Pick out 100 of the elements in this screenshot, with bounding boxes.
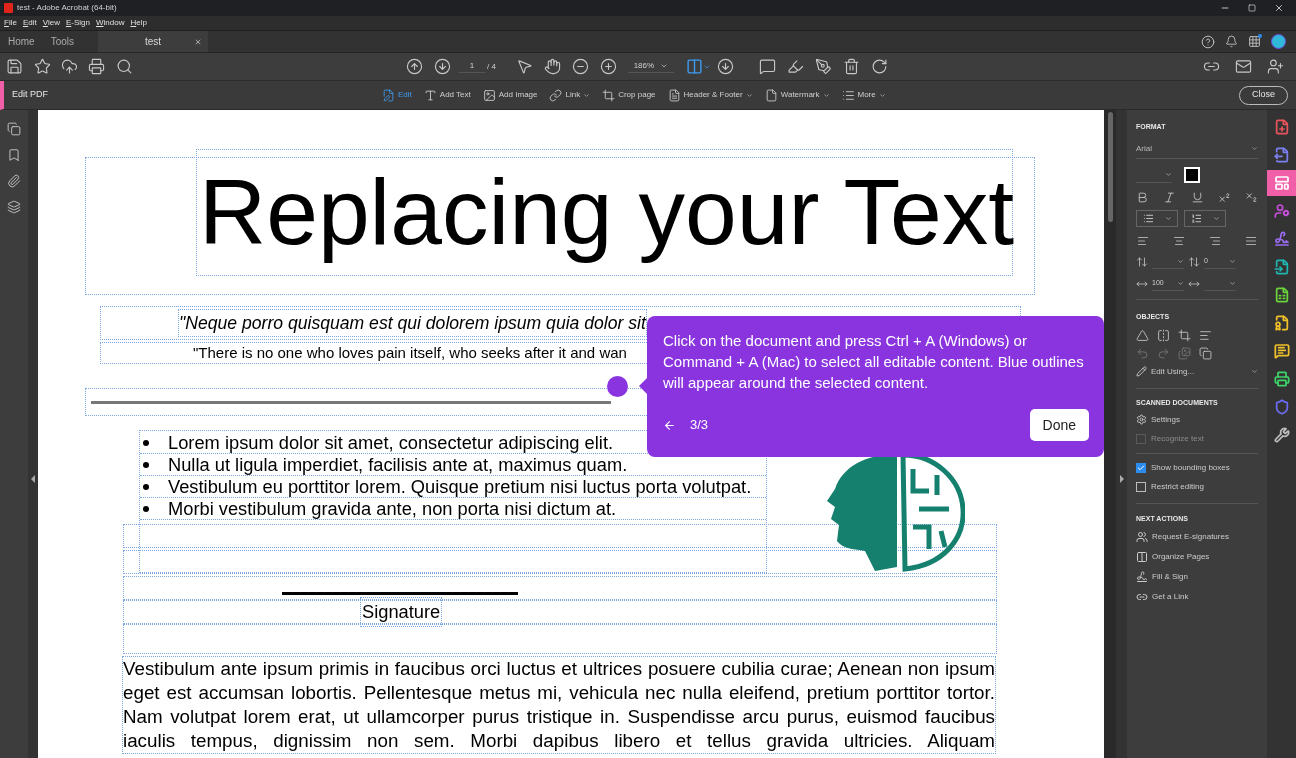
color-swatch[interactable] — [1184, 166, 1200, 183]
quote-text: "Neque porro quisquam est qui dolorem ipsum quia dolor sit — [178, 308, 647, 338]
edit-using-dropdown[interactable]: Edit Using... — [1136, 365, 1258, 378]
align-left-icon — [1137, 234, 1149, 247]
attachment-icon — [7, 174, 21, 188]
edit-tool-button[interactable]: Edit — [382, 88, 412, 102]
draw-icon — [815, 58, 833, 75]
avatar[interactable] — [1271, 34, 1286, 49]
list-icon — [841, 88, 855, 102]
edit-tool-button[interactable]: Add Image — [482, 88, 538, 102]
scroll-mode-icon — [717, 58, 735, 75]
arrange-icon — [1199, 328, 1212, 342]
checkbox[interactable] — [1136, 481, 1146, 492]
numbered-list-dropdown[interactable] — [1184, 209, 1226, 227]
page-number-field[interactable]: 1 — [459, 60, 485, 73]
menu-item[interactable]: Edit — [22, 17, 37, 29]
apps-icon — [1248, 35, 1261, 48]
people-icon — [1136, 530, 1148, 543]
next-action-link[interactable]: Fill & Sign — [1136, 570, 1258, 583]
numbered-list-icon — [1190, 212, 1202, 224]
text-icon — [423, 88, 437, 102]
next-page-icon — [433, 58, 451, 75]
paragraph-spacing-icon — [1188, 255, 1200, 268]
fit-page-button[interactable] — [685, 58, 711, 75]
edit-tool-button[interactable]: Add Text — [423, 88, 471, 102]
previous-page-icon — [405, 58, 423, 75]
body-paragraph: Vestibulum ante ipsum primis in faucibus orci luctus et ultrices posuere cubilia curae; Aenean non ipsum eget est accumsan lobortis. Pellentesque metus mi, vehicula nec nulla eleifend, pretium porttitor tortor. Nam volutpat lorem erat, ut ullamcorper purus tristique in. Suspendisse arcu purus, euismod faucibus iaculis tempus, dignissim non sem. Morbi dapibus libero et tellus gravida ultricies. Aliquam — [122, 656, 996, 754]
window-title: test - Adobe Acrobat (64-bit) — [17, 2, 117, 14]
italic-icon — [1163, 190, 1177, 204]
bullet-icon — [143, 483, 149, 490]
caret-icon — [583, 91, 591, 99]
checkbox-label: Recognize text — [1151, 432, 1204, 445]
underline-icon — [1190, 190, 1204, 204]
tab[interactable]: Home — [0, 31, 43, 52]
signature-label: Signature — [360, 597, 443, 627]
caret-icon — [1229, 279, 1236, 287]
edit-tool-button[interactable]: Crop page — [602, 88, 656, 102]
menu-item[interactable]: File — [4, 17, 17, 29]
bullet-list-icon — [1142, 212, 1154, 224]
document-title: Replacing your Text — [199, 158, 1015, 266]
help-icon — [1201, 34, 1215, 49]
app-logo-icon — [4, 3, 13, 13]
caret-icon — [1165, 170, 1172, 178]
tab[interactable]: Tools — [42, 31, 83, 52]
caret-icon — [1251, 368, 1258, 375]
pencil-icon — [1136, 366, 1147, 377]
done-button[interactable]: Done — [1029, 409, 1089, 441]
crop-icon — [1178, 328, 1191, 342]
tab[interactable]: test — [98, 31, 209, 52]
next-action-link[interactable]: Request E-signatures — [1136, 530, 1258, 543]
bullet-text: Lorem ipsum dolor sit amet, consectetur adipiscing elit. — [168, 430, 614, 455]
zoom-out-icon — [572, 58, 590, 75]
file-icon — [764, 88, 778, 102]
checkbox-label: Restrict editing — [1151, 480, 1204, 493]
caret-icon — [1177, 279, 1184, 287]
settings-button[interactable]: Settings — [1136, 413, 1258, 426]
edit-tool-button[interactable]: Link — [549, 88, 591, 102]
edit-tool-button[interactable]: More — [841, 88, 886, 102]
bullet-text: Morbi vestibulum gravida ante, non porta nisi dictum at. — [168, 497, 617, 521]
edit-tool-button[interactable]: Watermark — [764, 88, 830, 102]
next-action-link[interactable]: Get a Link — [1136, 590, 1258, 603]
align-right-icon — [1209, 234, 1221, 247]
triangle-icon — [1136, 328, 1149, 342]
flip-icon — [1157, 328, 1170, 342]
pages-icon — [7, 122, 21, 136]
menu-item[interactable]: Help — [130, 17, 147, 29]
checkbox[interactable] — [1136, 462, 1146, 473]
popover-text: Click on the document and press Ctrl + A (Windows) or Command + A (Mac) to select all editable content. Blue outlines will appear around the selected content. — [663, 331, 1085, 393]
caret-icon — [1212, 214, 1220, 222]
bullet-icon — [143, 439, 149, 446]
edit-icon — [382, 88, 395, 102]
font-dropdown[interactable]: Arial — [1136, 142, 1258, 159]
document-icon — [667, 88, 681, 102]
bullet-text: Vestibulum eu porttitor lorem. Quisque pretium nisi luctus porta volutpat. — [168, 475, 752, 499]
menu-item[interactable]: View — [42, 17, 60, 29]
hand-icon — [544, 58, 562, 75]
bell-icon — [1225, 35, 1238, 48]
maximize-icon[interactable] — [1248, 4, 1256, 12]
layout-icon — [1273, 175, 1290, 191]
close-tab-icon[interactable] — [194, 37, 203, 46]
close-icon[interactable] — [1274, 3, 1284, 13]
back-arrow-icon[interactable] — [663, 418, 676, 432]
menu-item[interactable]: Window — [95, 17, 125, 29]
caret-icon — [1251, 145, 1258, 152]
line-spacing-icon — [1136, 255, 1148, 268]
bullet-list-dropdown[interactable] — [1136, 209, 1178, 227]
checkbox-label: Show bounding boxes — [1151, 461, 1230, 474]
zoom-dropdown[interactable]: 186% — [627, 60, 674, 73]
bold-icon — [1136, 190, 1149, 204]
next-action-link[interactable]: Organize Pages — [1136, 550, 1258, 563]
edit-tool-button[interactable]: Header & Footer — [667, 88, 753, 102]
add-user-icon — [1266, 58, 1284, 75]
scrollbar-thumb[interactable] — [1107, 112, 1113, 222]
replace-image-icon — [1178, 346, 1191, 360]
crop-icon — [602, 88, 616, 102]
menu-item[interactable]: E-Sign — [65, 17, 90, 29]
caret-icon — [745, 91, 753, 99]
collapse-right-icon[interactable] — [1119, 475, 1124, 483]
select-icon — [516, 58, 534, 75]
settings-icon — [1136, 414, 1147, 425]
